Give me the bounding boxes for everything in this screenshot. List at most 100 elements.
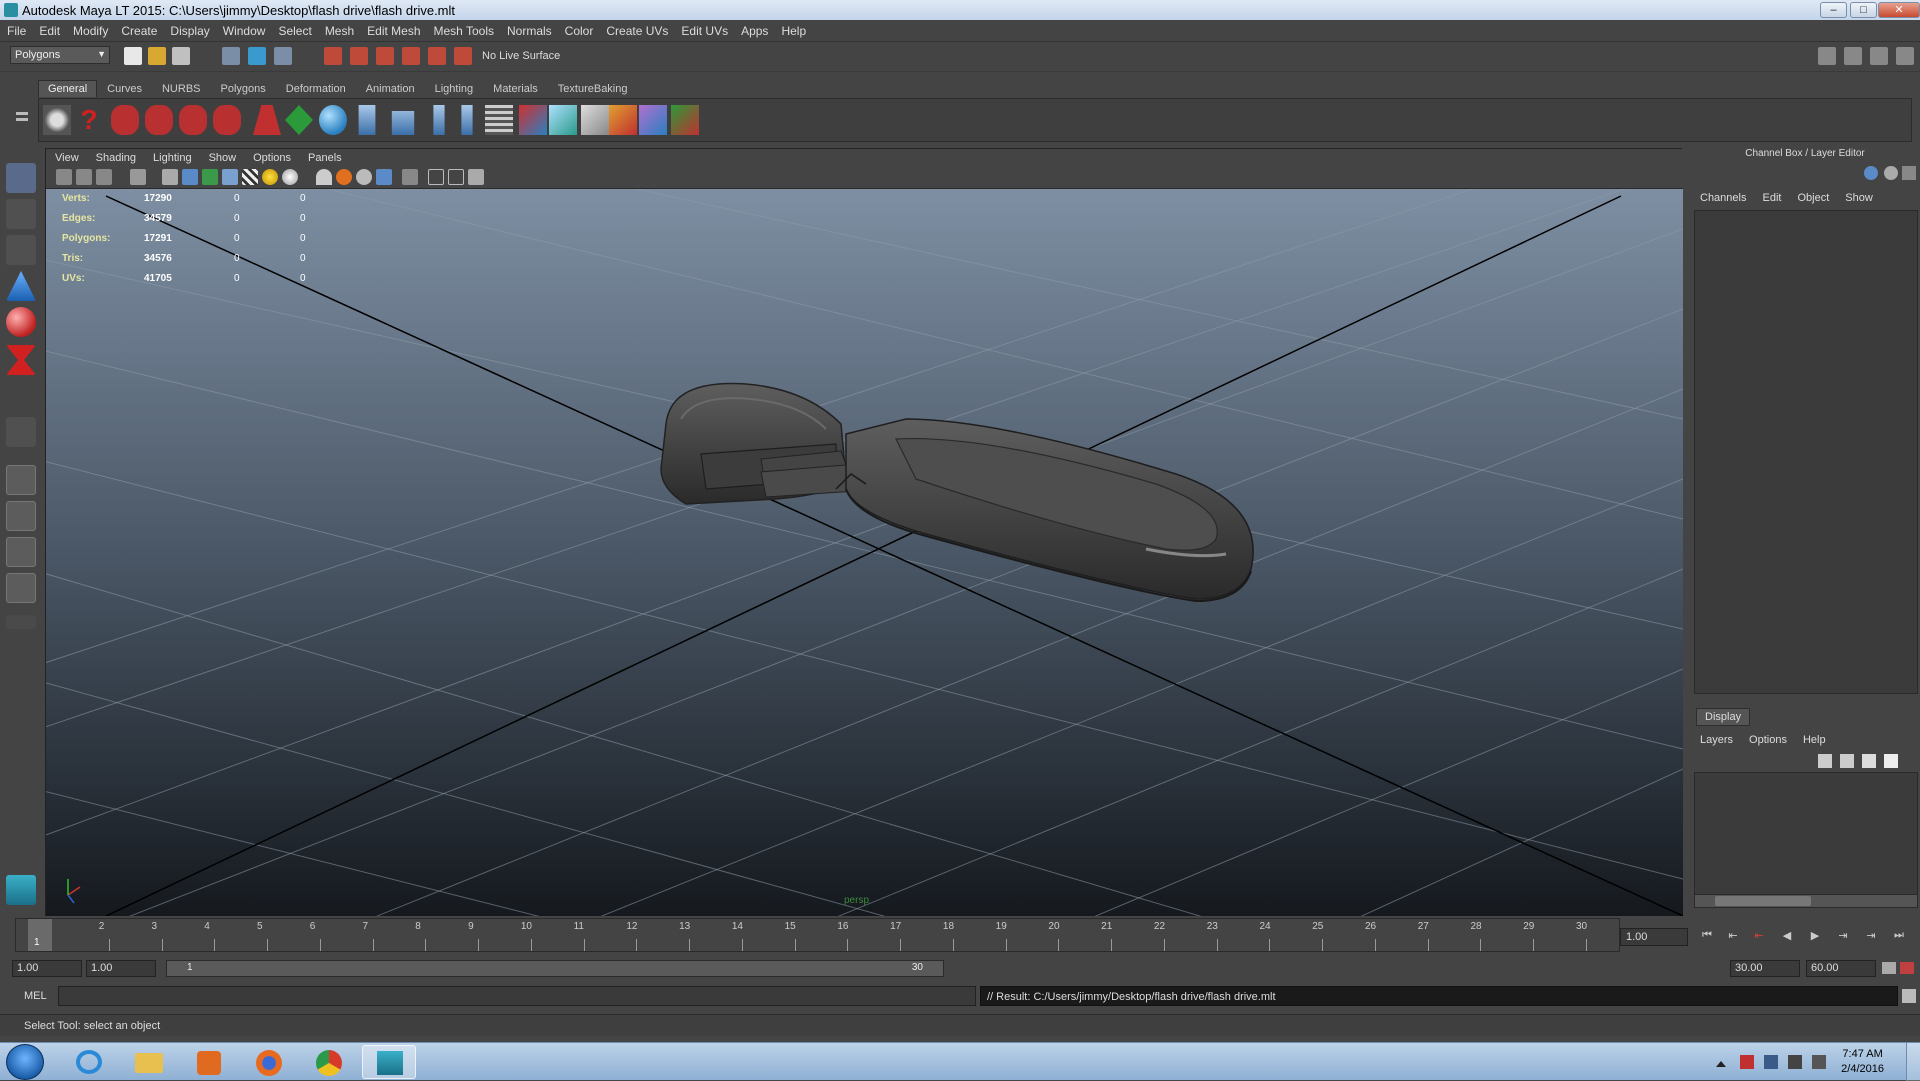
four-view-layout-icon[interactable] xyxy=(6,501,36,531)
play-forwards-icon[interactable]: ▶ xyxy=(1804,929,1826,947)
bind-skin-icon[interactable] xyxy=(433,105,445,135)
axis-icon[interactable] xyxy=(671,105,699,135)
go-to-start-icon[interactable]: ⏮ xyxy=(1696,929,1718,947)
single-perspective-layout-icon[interactable] xyxy=(6,465,36,495)
menu-edit[interactable]: Edit xyxy=(32,20,66,38)
le-menu-options[interactable]: Options xyxy=(1741,734,1795,746)
modeling-toolkit-icon[interactable] xyxy=(1818,47,1836,65)
system-clock[interactable]: 7:47 AM 2/4/2016 xyxy=(1841,1047,1884,1077)
graph-layout-icon[interactable] xyxy=(6,573,36,603)
motion-blur-icon[interactable] xyxy=(336,169,352,185)
layer-horizontal-scrollbar[interactable] xyxy=(1694,894,1918,908)
help-icon[interactable]: ? xyxy=(75,105,103,135)
menu-display[interactable]: Display xyxy=(163,20,215,38)
scale-tool-icon[interactable] xyxy=(6,345,36,375)
textured-icon[interactable] xyxy=(242,169,258,185)
time-slider[interactable]: 1 2 3 4 5 6 7 8 9 10 11 12 13 14 15 16 17 18 19 20 21 22 23 24… xyxy=(15,918,1620,952)
safe-action-icon[interactable] xyxy=(468,169,484,185)
menu-apps[interactable]: Apps xyxy=(734,20,774,38)
wireframe-on-shaded-icon[interactable] xyxy=(202,169,218,185)
hypershade-icon[interactable] xyxy=(213,105,241,135)
mel-input[interactable] xyxy=(58,986,976,1006)
media-player-icon[interactable] xyxy=(182,1045,236,1079)
menu-modify[interactable]: Modify xyxy=(66,20,114,38)
select-tool-icon[interactable] xyxy=(6,163,36,193)
skin-weights-icon[interactable] xyxy=(461,105,473,135)
menu-create-uvs[interactable]: Create UVs xyxy=(599,20,674,38)
sphere-icon[interactable] xyxy=(319,105,347,135)
cb-menu-object[interactable]: Object xyxy=(1789,192,1837,204)
step-back-frame-icon[interactable]: ⇤ xyxy=(1748,929,1770,947)
ambient-occlusion-icon[interactable] xyxy=(316,169,332,185)
vp-menu-panels[interactable]: Panels xyxy=(299,149,350,164)
render-settings-icon[interactable] xyxy=(179,105,207,135)
depth-of-field-icon[interactable] xyxy=(376,169,392,185)
resolution-gate-icon[interactable] xyxy=(428,169,444,185)
viewport-scene[interactable]: Verts: 17290 0 0 Edges: 34579 0 0 Polygons: 172… xyxy=(46,189,1683,916)
snap-grid-icon[interactable] xyxy=(324,47,342,65)
scrollbar-thumb[interactable] xyxy=(1715,896,1811,906)
show-hidden-icons-icon[interactable] xyxy=(1716,1057,1726,1067)
minimize-button[interactable]: – xyxy=(1820,2,1847,18)
vp-menu-lighting[interactable]: Lighting xyxy=(144,149,200,164)
xray-icon[interactable] xyxy=(222,169,238,185)
isolate-select-icon[interactable] xyxy=(402,169,418,185)
le-menu-layers[interactable]: Layers xyxy=(1692,734,1741,746)
chrome-icon[interactable] xyxy=(302,1045,356,1079)
film-reel-icon[interactable] xyxy=(43,105,71,135)
file-explorer-icon[interactable] xyxy=(122,1045,176,1079)
tab-polygons[interactable]: Polygons xyxy=(211,80,276,98)
rotate-tool-icon[interactable] xyxy=(6,307,36,337)
script-editor-icon[interactable] xyxy=(1902,989,1916,1003)
move-layer-down-icon[interactable] xyxy=(1840,754,1854,768)
tab-lighting[interactable]: Lighting xyxy=(425,80,484,98)
menu-edit-uvs[interactable]: Edit UVs xyxy=(674,20,734,38)
tab-curves[interactable]: Curves xyxy=(97,80,152,98)
vp-menu-show[interactable]: Show xyxy=(200,149,245,164)
grid-toggle-icon[interactable] xyxy=(130,169,146,185)
soft-select-icon[interactable] xyxy=(639,105,667,135)
open-scene-icon[interactable] xyxy=(148,47,166,65)
menu-file[interactable]: File xyxy=(0,20,32,38)
gate-mask-icon[interactable] xyxy=(448,169,464,185)
shelf-menu-handle[interactable] xyxy=(12,80,32,136)
action-center-icon[interactable] xyxy=(1740,1055,1754,1069)
channel-list[interactable] xyxy=(1694,210,1918,694)
wireframe-icon[interactable] xyxy=(162,169,178,185)
move-layer-up-icon[interactable] xyxy=(1818,754,1832,768)
arrow-move-icon[interactable] xyxy=(285,105,313,135)
smooth-shade-icon[interactable] xyxy=(182,169,198,185)
vp-menu-options[interactable]: Options xyxy=(244,149,299,164)
tab-deformation[interactable]: Deformation xyxy=(276,80,356,98)
magnet-icon[interactable] xyxy=(454,47,472,65)
paint-effects-icon[interactable] xyxy=(609,105,637,135)
new-layer-from-selection-icon[interactable] xyxy=(1884,754,1898,768)
perspective-viewport[interactable]: View Shading Lighting Show Options Panels xyxy=(45,148,1683,916)
select-by-component-icon[interactable] xyxy=(274,47,292,65)
step-forward-frame-icon[interactable]: ⇥ xyxy=(1832,929,1854,947)
animation-end-field[interactable]: 60.00 xyxy=(1806,960,1876,977)
bookmark-icon[interactable] xyxy=(96,169,112,185)
anti-alias-icon[interactable] xyxy=(356,169,372,185)
tab-nurbs[interactable]: NURBS xyxy=(152,80,211,98)
ipr-render-icon[interactable] xyxy=(145,105,173,135)
make-live-icon[interactable] xyxy=(428,47,446,65)
menu-help[interactable]: Help xyxy=(774,20,812,38)
playback-end-field[interactable]: 30.00 xyxy=(1730,960,1800,977)
tab-display[interactable]: Display xyxy=(1696,708,1751,726)
camera-icon[interactable] xyxy=(56,169,72,185)
menu-normals[interactable]: Normals xyxy=(500,20,558,38)
use-all-lights-icon[interactable] xyxy=(262,169,278,185)
auto-key-icon[interactable] xyxy=(1882,962,1896,974)
play-backwards-icon[interactable]: ◀ xyxy=(1776,929,1798,947)
step-back-key-icon[interactable]: ⇤ xyxy=(1722,929,1744,947)
attribute-editor-tab-icon[interactable] xyxy=(1884,166,1898,180)
vp-menu-view[interactable]: View xyxy=(46,149,87,164)
snap-point-icon[interactable] xyxy=(376,47,394,65)
menu-mesh-tools[interactable]: Mesh Tools xyxy=(427,20,500,38)
layer-list[interactable] xyxy=(1694,772,1918,902)
vp-menu-shading[interactable]: Shading xyxy=(87,149,144,164)
cb-menu-edit[interactable]: Edit xyxy=(1754,192,1789,204)
current-frame-marker[interactable]: 1 xyxy=(28,919,52,951)
graph-editor-icon[interactable] xyxy=(485,105,513,135)
